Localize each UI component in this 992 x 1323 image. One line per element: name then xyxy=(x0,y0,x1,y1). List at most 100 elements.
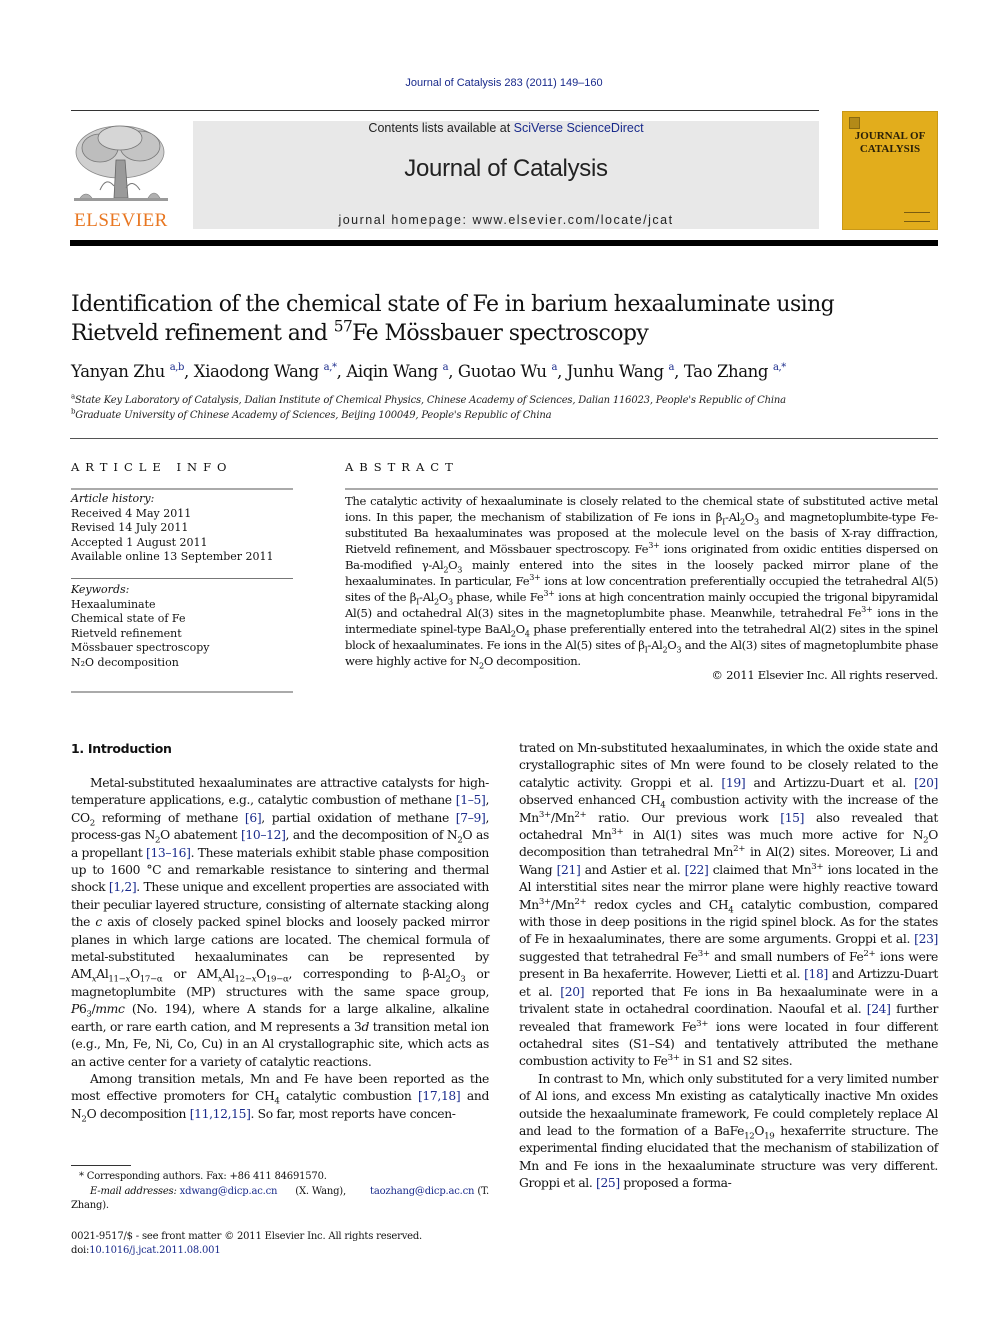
affiliation-text: Graduate University of Chinese Academy o… xyxy=(75,410,552,421)
author-affiliation-mark[interactable]: a xyxy=(669,362,675,373)
issn-doi-block: 0021-9517/$ - see front matter © 2011 El… xyxy=(71,1230,571,1258)
keyword: Mössbauer spectroscopy xyxy=(71,641,210,654)
citation-link[interactable]: [19] xyxy=(721,776,745,790)
journal-title: Journal of Catalysis xyxy=(404,155,608,182)
doi-prefix: doi: xyxy=(71,1245,90,1256)
author[interactable]: Aiqin Wang a xyxy=(346,362,448,381)
history-accepted: Accepted 1 August 2011 xyxy=(71,535,208,549)
contents-line: Contents lists available at SciVerse Sci… xyxy=(193,121,819,135)
affiliation-a: aState Key Laboratory of Catalysis, Dali… xyxy=(71,393,931,406)
article-info-heading: ARTICLE INFO xyxy=(71,460,233,474)
author-name: Junhu Wang xyxy=(566,362,664,381)
citation-link[interactable]: [20] xyxy=(914,776,938,790)
citation-link[interactable]: [20] xyxy=(560,985,584,999)
citation-link[interactable]: [18] xyxy=(804,967,828,981)
citation-link[interactable]: [13–16] xyxy=(146,846,191,860)
author-affiliation-mark[interactable]: a,b xyxy=(170,362,185,373)
citation-link[interactable]: [22] xyxy=(685,863,709,877)
citation-link[interactable]: [21] xyxy=(557,863,581,877)
cover-publisher-badge-icon xyxy=(849,117,860,129)
journal-cover-thumbnail[interactable]: JOURNAL OF CATALYSIS xyxy=(842,111,938,230)
paragraph: Metal-substituted hexaaluminates are att… xyxy=(71,776,490,1069)
author[interactable]: Tao Zhang a,* xyxy=(684,362,786,381)
footnotes: * Corresponding authors. Fax: +86 411 84… xyxy=(71,1170,489,1214)
author-name: Tao Zhang xyxy=(683,362,769,381)
history-received: Received 4 May 2011 xyxy=(71,506,192,520)
abstract-heading: ABSTRACT xyxy=(345,460,459,474)
citation-link[interactable]: [17,18] xyxy=(418,1089,461,1103)
journal-header-band: Contents lists available at SciVerse Sci… xyxy=(193,121,819,229)
journal-citation[interactable]: Journal of Catalysis 283 (2011) 149–160 xyxy=(0,77,992,89)
citation-link[interactable]: [24] xyxy=(867,1002,891,1016)
title-line-1: Identification of the chemical state of … xyxy=(71,292,835,317)
elsevier-wordmark: ELSEVIER xyxy=(74,210,168,231)
issn-line: 0021-9517/$ - see front matter © 2011 El… xyxy=(71,1231,423,1242)
title-line-2: Rietveld refinement and 57Fe Mössbauer s… xyxy=(71,319,931,348)
paragraph: In contrast to Mn, which only substitute… xyxy=(519,1071,938,1191)
email-owner: (X. Wang), xyxy=(295,1185,346,1197)
contents-prefix: Contents lists available at xyxy=(368,121,514,135)
author-list: Yanyan Zhu a,b, Xiaodong Wang a,*, Aiqin… xyxy=(71,362,786,381)
author[interactable]: Yanyan Zhu a,b xyxy=(71,362,184,381)
article-title: Identification of the chemical state of … xyxy=(71,290,931,348)
paragraph: Among transition metals, Mn and Fe have … xyxy=(71,1071,489,1125)
article-history-label: Article history: xyxy=(71,492,155,505)
citation-link[interactable]: [7–9] xyxy=(456,811,486,825)
citation-link[interactable]: [1–5] xyxy=(456,793,486,807)
elsevier-tree-icon xyxy=(74,125,168,201)
author[interactable]: Junhu Wang a xyxy=(566,362,675,381)
email-link-wang[interactable]: xdwang@dicp.ac.cn xyxy=(180,1186,278,1197)
corresponding-author-note: * Corresponding authors. Fax: +86 411 84… xyxy=(79,1171,327,1182)
top-divider xyxy=(71,110,819,111)
history-online: Available online 13 September 2011 xyxy=(71,550,274,563)
isotope-superscript: 57 xyxy=(333,317,353,336)
author[interactable]: Guotao Wu a xyxy=(457,362,558,381)
citation-link[interactable]: [10–12] xyxy=(241,828,286,842)
header-thick-divider xyxy=(70,240,938,246)
keyword: Chemical state of Fe xyxy=(71,612,186,625)
keyword: N₂O decomposition xyxy=(71,655,179,669)
doi-line: doi:10.1016/j.jcat.2011.08.001 xyxy=(71,1244,571,1258)
citation-link[interactable]: [23] xyxy=(914,932,938,946)
author[interactable]: Xiaodong Wang a,* xyxy=(194,362,337,381)
affiliation-b: bGraduate University of Chinese Academy … xyxy=(71,408,931,421)
sciencedirect-link[interactable]: SciVerse ScienceDirect xyxy=(514,121,644,135)
author-affiliation-mark[interactable]: a,* xyxy=(324,362,337,373)
doi-link[interactable]: 10.1016/j.jcat.2011.08.001 xyxy=(89,1245,220,1256)
citation-link[interactable]: [15] xyxy=(780,811,804,825)
author-affiliation-mark[interactable]: a,* xyxy=(773,362,786,373)
cover-title-line2: CATALYSIS xyxy=(859,143,921,155)
email-note: E-mail addresses: xdwang@dicp.ac.cn (X. … xyxy=(71,1185,489,1214)
keyword: Rietveld refinement xyxy=(71,626,182,640)
citation-link[interactable]: [25] xyxy=(596,1176,620,1190)
article-info-mid-rule xyxy=(71,578,293,579)
cover-footer-mark xyxy=(904,212,930,222)
article-info-top-rule xyxy=(71,488,293,490)
abstract-body: The catalytic activity of hexaaluminate … xyxy=(345,494,939,671)
keyword: Hexaaluminate xyxy=(71,597,156,611)
abstract-copyright: © 2011 Elsevier Inc. All rights reserved… xyxy=(711,668,938,682)
front-matter-divider xyxy=(70,438,938,439)
author-affiliation-mark[interactable]: a xyxy=(552,362,558,373)
email-label: E-mail addresses: xyxy=(90,1185,177,1197)
email-link-zhang[interactable]: taozhang@dicp.ac.cn xyxy=(370,1186,474,1197)
title-line-2-start: Rietveld refinement and xyxy=(71,321,334,346)
article-history: Article history: Received 4 May 2011 Rev… xyxy=(71,492,293,565)
abstract-bottom-spacer xyxy=(345,691,938,693)
author-name: Xiaodong Wang xyxy=(193,362,319,381)
cover-title: JOURNAL OF CATALYSIS xyxy=(843,130,937,156)
citation-link[interactable]: [11,12,15] xyxy=(190,1107,251,1121)
homepage-link[interactable]: www.elsevier.com/locate/jcat xyxy=(472,213,673,227)
citation-link[interactable]: [6] xyxy=(245,811,262,825)
elsevier-logo[interactable]: ELSEVIER xyxy=(70,120,172,232)
author-name: Guotao Wu xyxy=(457,362,547,381)
body-column-left: Metal-substituted hexaaluminates are att… xyxy=(71,775,489,1123)
citation-link[interactable]: [1,2] xyxy=(109,880,137,894)
keywords-label: Keywords: xyxy=(71,583,130,596)
footnote-divider xyxy=(71,1165,131,1166)
body-column-right: trated on Mn-substituted hexaaluminates,… xyxy=(519,740,938,1193)
cover-title-line1: JOURNAL OF xyxy=(854,130,926,142)
author-affiliation-mark[interactable]: a xyxy=(443,362,449,373)
author-name: Yanyan Zhu xyxy=(71,362,165,381)
article-info-bottom-rule xyxy=(71,691,293,693)
